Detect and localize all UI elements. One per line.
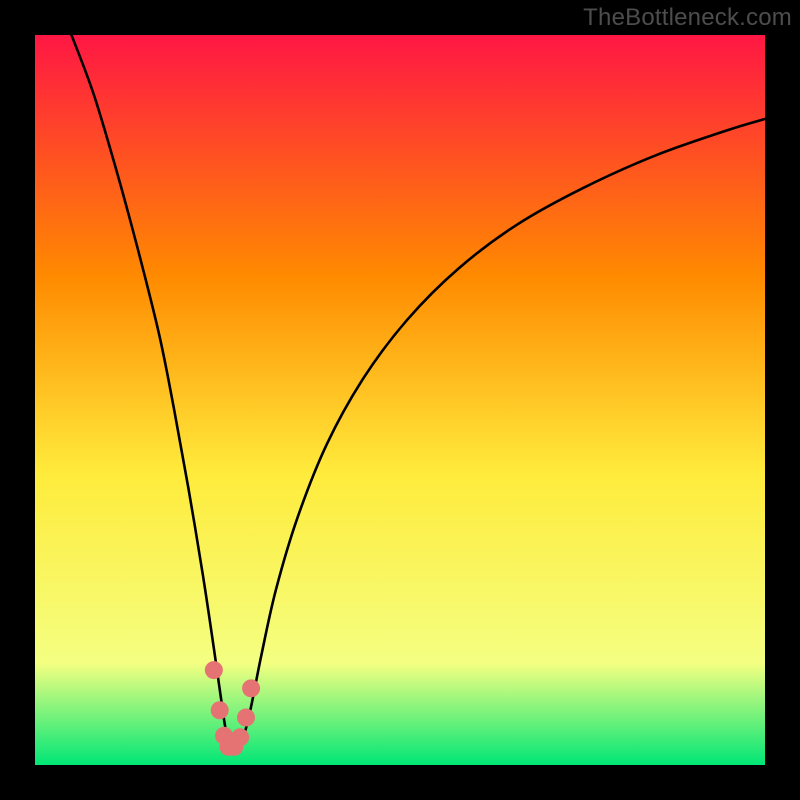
bottleneck-chart <box>35 35 765 765</box>
chart-frame: TheBottleneck.com <box>0 0 800 800</box>
trough-point <box>242 679 260 697</box>
trough-point <box>205 661 223 679</box>
plot-area <box>35 35 765 765</box>
trough-point <box>211 701 229 719</box>
trough-point <box>231 728 249 746</box>
watermark-text: TheBottleneck.com <box>583 4 792 32</box>
gradient-background <box>35 35 765 765</box>
trough-point <box>237 709 255 727</box>
